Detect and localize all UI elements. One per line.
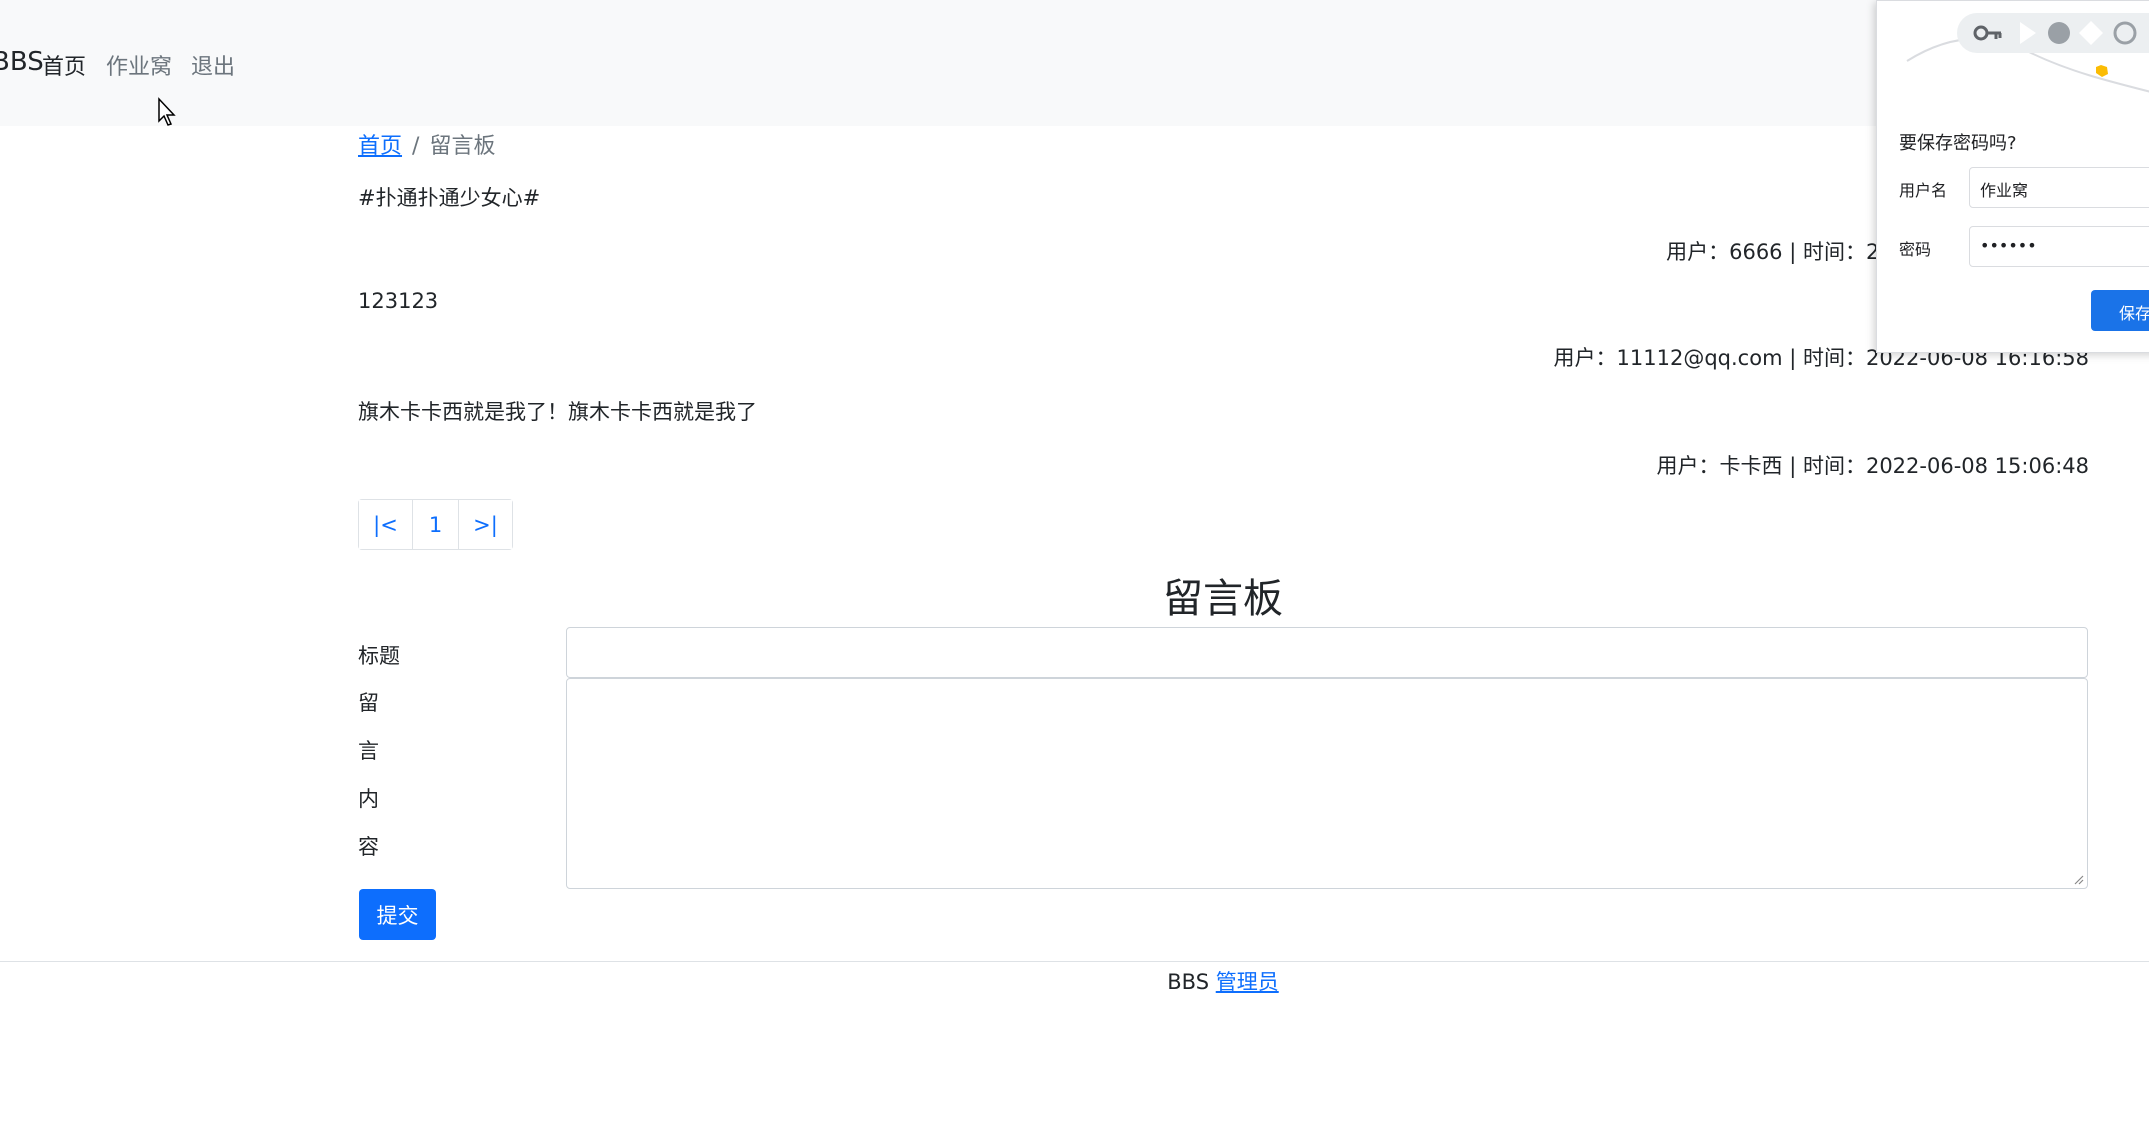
password-field[interactable]: •••••• [1969,226,2149,267]
pagination: |< 1 >| [358,499,513,550]
breadcrumb-separator: / [412,134,420,159]
navbar: BBS 首页 作业窝 退出 [0,0,2149,126]
message-meta: 用户：卡卡西 | 时间：2022-06-08 15:06:48 [1656,454,2089,478]
breadcrumb-current: 留言板 [429,134,496,159]
resize-handle-icon[interactable] [2072,873,2084,885]
mouse-cursor-icon [158,97,176,126]
title-input[interactable] [566,627,2088,678]
brand-logo[interactable]: BBS [0,47,44,77]
password-label: 密码 [1899,240,1932,259]
form-heading: 留言板 [1163,576,1283,622]
message-title: 123123 [358,289,439,313]
password-illustration-icon [1906,13,2149,93]
username-label: 用户名 [1899,181,1948,200]
breadcrumb: 首页 / 留言板 [358,128,495,160]
footer-admin-link[interactable]: 管理员 [1216,970,1279,994]
save-password-button[interactable]: 保存 [2091,290,2149,331]
submit-button[interactable]: 提交 [359,889,436,940]
footer: BBS 管理员 [0,966,2149,996]
username-field[interactable]: 作业窝 [1969,167,2149,208]
page-first-button[interactable]: |< [359,500,412,549]
breadcrumb-home-link[interactable]: 首页 [358,134,402,159]
content-textarea[interactable] [566,678,2088,889]
nav-home-link[interactable]: 首页 [42,49,86,81]
nav-logout-link[interactable]: 退出 [191,49,235,81]
title-label: 标题 [358,644,400,668]
message-title: 旗木卡卡西就是我了！旗木卡卡西就是我了 [358,400,757,424]
footer-text: BBS [1167,970,1210,994]
page-last-button[interactable]: >| [458,500,512,549]
popup-title: 要保存密码吗? [1899,133,2017,154]
save-password-popup: 要保存密码吗? 用户名 作业窝 密码 •••••• 保存 [1876,0,2149,353]
content-label: 留言内容 [358,691,379,859]
footer-divider [0,961,2149,962]
nav-user-link[interactable]: 作业窝 [106,49,172,81]
page-number-button[interactable]: 1 [412,500,458,549]
message-title: #扑通扑通少女心# [358,186,541,210]
